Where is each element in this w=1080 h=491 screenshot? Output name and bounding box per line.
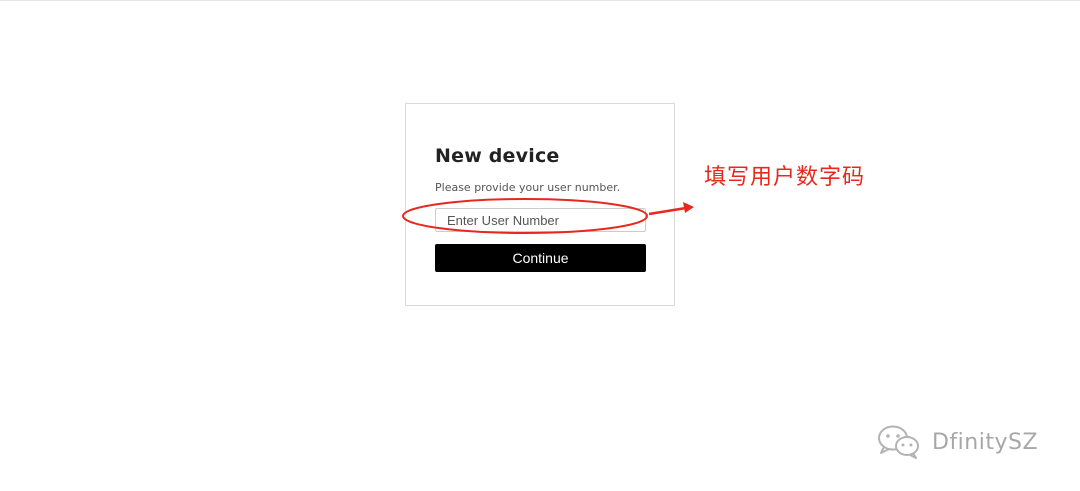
user-number-input[interactable] [435, 208, 646, 232]
watermark: DfinitySZ [876, 422, 1038, 462]
annotation-arrow-head [683, 202, 694, 213]
page-title: New device [435, 145, 560, 167]
wechat-icon [878, 425, 919, 459]
new-device-card: New device Please provide your user numb… [405, 103, 675, 306]
page: New device Please provide your user numb… [0, 0, 1080, 491]
annotation-label: 填写用户数字码 [704, 165, 866, 190]
continue-button[interactable]: Continue [435, 244, 646, 272]
watermark-text: DfinitySZ [932, 429, 1039, 455]
instruction-text: Please provide your user number. [435, 181, 621, 194]
